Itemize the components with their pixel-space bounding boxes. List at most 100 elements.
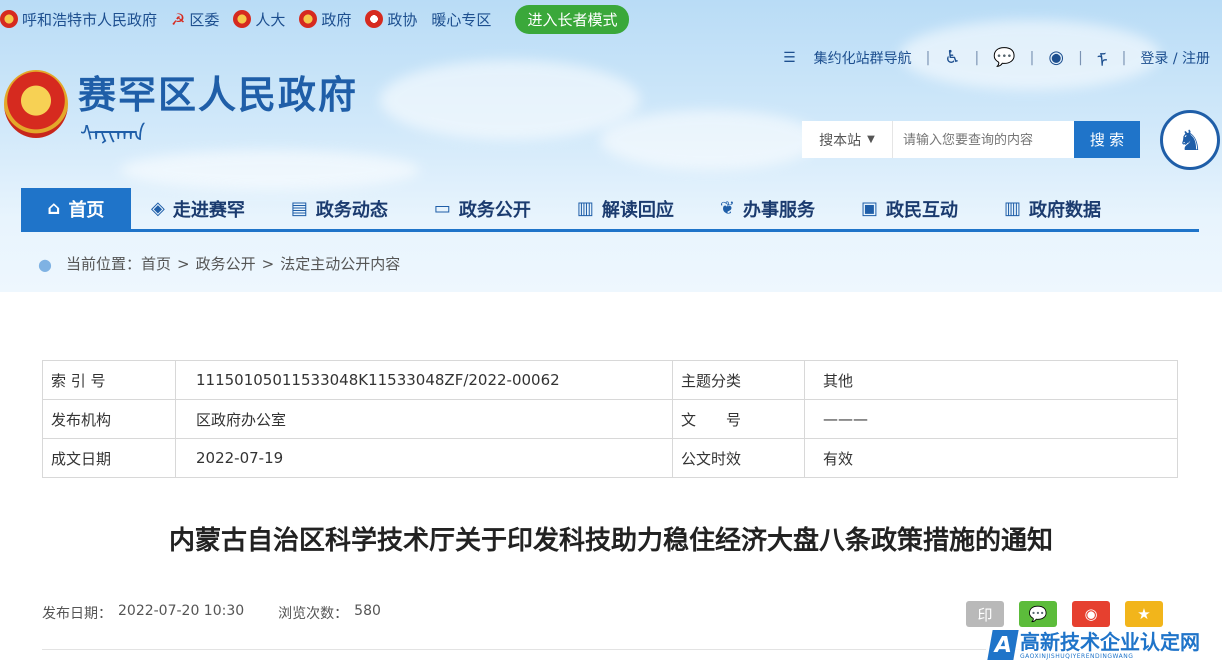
nav-data[interactable]: ▥ 政府数据	[1004, 188, 1101, 229]
breadcrumb-statutory-content[interactable]: 法定主动公开内容	[280, 253, 400, 274]
watermark-subtitle: GAOXINJISHUQIYERENDINGWANG	[1020, 652, 1134, 660]
cloud-decoration	[380, 60, 640, 140]
search-input[interactable]	[892, 121, 1074, 158]
map-icon: ◈	[151, 198, 165, 219]
meta-key: 发布机构	[42, 399, 176, 439]
favorite-star-icon[interactable]: ★	[1125, 601, 1163, 627]
link-government[interactable]: 政府	[299, 9, 351, 30]
accessibility-icon[interactable]: ♿	[944, 47, 960, 68]
chat-bubble-icon: ▣	[860, 198, 878, 219]
watermark: A 高新技术企业认定网 GAOXINJISHUQIYERENDINGWANG	[986, 628, 1204, 662]
cppcc-emblem-icon	[365, 10, 384, 28]
nav-label: 政府数据	[1029, 199, 1102, 221]
publish-date: 2022-07-20 10:30	[118, 603, 245, 619]
meta-key: 索 引 号	[42, 360, 176, 400]
separator: |	[1121, 49, 1127, 66]
watermark-text-block: 高新技术企业认定网 GAOXINJISHUQIYERENDINGWANG	[1020, 631, 1200, 660]
bar-chart-icon: ▥	[1004, 198, 1022, 219]
share-wechat-icon[interactable]: 💬	[1019, 601, 1057, 627]
meta-key: 成文日期	[42, 438, 176, 478]
breadcrumb-open-government[interactable]: 政务公开	[196, 253, 256, 274]
separator: |	[1029, 49, 1035, 66]
document-meta-table: 索 引 号 11150105011533048K11533048ZF/2022-…	[42, 360, 1178, 478]
main-nav: ⌂ 首页 ◈ 走进赛罕 ▤ 政务动态 ▭ 政务公开 ▥ 解读回应 ❦ 办事服务 ▣ 政民互动 …	[21, 188, 1199, 232]
publish-date-label: 发布日期：	[42, 606, 112, 622]
link-label: 区委	[189, 10, 220, 29]
login-register-link[interactable]: 登录 / 注册	[1140, 48, 1210, 68]
cloud-decoration	[120, 150, 420, 190]
site-header: 呼和浩特市人民政府 ☭ 区委 人大 政府 政协 暖心专区 进入长者模式 ☰ 集约化站…	[0, 0, 1222, 292]
breadcrumb-home[interactable]: 首页	[141, 253, 171, 274]
search-box: 搜本站 ▼ 搜 索	[802, 121, 1140, 158]
party-emblem-icon: ☭	[171, 9, 186, 29]
meta-key: 主题分类	[672, 360, 805, 400]
table-row: 发布机构 区政府办公室 文 号 ———	[42, 399, 1178, 439]
link-district-committee[interactable]: ☭ 区委	[171, 9, 219, 30]
nav-home[interactable]: ⌂ 首页	[21, 188, 131, 229]
link-label: 政府	[321, 10, 352, 29]
nav-label: 解读回应	[601, 199, 674, 221]
separator: |	[974, 49, 980, 66]
caret-down-icon: ▼	[867, 134, 875, 145]
nav-label: 政务动态	[315, 199, 388, 221]
newspaper-icon: ▤	[290, 198, 308, 219]
weibo-icon[interactable]: ◉	[1048, 47, 1064, 68]
search-button[interactable]: 搜 索	[1074, 121, 1140, 158]
nav-interaction[interactable]: ▣ 政民互动	[861, 188, 958, 229]
link-label: 政协	[387, 10, 418, 29]
views-label: 浏览次数：	[278, 606, 349, 622]
nav-label: 办事服务	[742, 199, 815, 221]
link-npc[interactable]: 人大	[233, 9, 285, 30]
link-warm-zone[interactable]: 暖心专区	[431, 9, 491, 30]
breadcrumb-prefix: 当前位置：	[66, 255, 142, 273]
table-row: 索 引 号 11150105011533048K11533048ZF/2022-…	[42, 360, 1178, 400]
elder-mode-button[interactable]: 进入长者模式	[515, 4, 630, 34]
site-group-nav-link[interactable]: ☰ 集约化站群导航	[783, 48, 912, 68]
nav-interpretation[interactable]: ▥ 解读回应	[577, 188, 674, 229]
home-icon: ⌂	[47, 198, 61, 219]
breadcrumb-separator: >	[261, 254, 275, 273]
search-scope-label: 搜本站	[819, 132, 862, 149]
nav-open-government[interactable]: ▭ 政务公开	[434, 188, 531, 229]
share-bar: 印 💬 ◉ ★	[966, 601, 1178, 627]
top-links-bar: 呼和浩特市人民政府 ☭ 区委 人大 政府 政协 暖心专区 进入长者模式	[0, 4, 630, 34]
separator: |	[1078, 49, 1083, 66]
national-emblem-icon	[0, 10, 18, 28]
print-button[interactable]: 印	[966, 601, 1004, 627]
horse-logo-icon[interactable]: ♞	[1160, 110, 1220, 170]
meta-value: 11150105011533048K11533048ZF/2022-00062	[175, 360, 673, 400]
table-row: 成文日期 2022-07-19 公文时效 有效	[42, 438, 1178, 478]
nav-news[interactable]: ▤ 政务动态	[291, 188, 388, 229]
national-emblem-icon	[233, 10, 252, 28]
article-title: 内蒙古自治区科学技术厅关于印发科技助力稳住经济大盘八条政策措施的通知	[168, 526, 1053, 556]
meta-value: ———	[804, 399, 1178, 439]
search-scope-select[interactable]: 搜本站 ▼	[802, 121, 892, 158]
article-info: 发布日期： 2022-07-20 10:30 浏览次数： 580	[42, 603, 387, 623]
nav-label: 政民互动	[886, 199, 958, 221]
mongolian-script-icon[interactable]: ᠮ	[1097, 42, 1108, 73]
link-label: 暖心专区	[431, 10, 492, 29]
utility-bar: ☰ 集约化站群导航 | ♿ | 💬 | ◉ | ᠮ | 登录 / 注册	[783, 42, 1210, 73]
link-hohhot-government[interactable]: 呼和浩特市人民政府	[0, 9, 157, 30]
link-cppcc[interactable]: 政协	[365, 9, 417, 30]
meta-key: 公文时效	[672, 438, 805, 478]
link-label: 人大	[255, 10, 286, 29]
link-label: 呼和浩特市人民政府	[22, 10, 158, 29]
nav-label: 首页	[68, 199, 105, 221]
document-icon: ▭	[433, 198, 451, 219]
wechat-icon[interactable]: 💬	[993, 47, 1015, 68]
book-icon: ▥	[576, 198, 594, 219]
meta-key: 文 号	[672, 399, 805, 439]
handshake-icon: ❦	[719, 198, 735, 219]
breadcrumb-separator: >	[177, 254, 190, 273]
menu-icon: ☰	[783, 49, 796, 66]
cloud-decoration	[600, 110, 820, 170]
meta-value: 2022-07-19	[175, 438, 673, 478]
mongolian-site-title: ᠰᠠᠶᠢᠬᠠᠨ	[80, 122, 146, 147]
share-weibo-icon[interactable]: ◉	[1072, 601, 1110, 627]
site-group-nav-label: 集约化站群导航	[813, 50, 912, 67]
nav-about[interactable]: ◈ 走进赛罕	[151, 188, 245, 229]
nav-services[interactable]: ❦ 办事服务	[720, 188, 815, 229]
separator: |	[925, 49, 931, 66]
national-emblem-logo	[4, 70, 68, 138]
